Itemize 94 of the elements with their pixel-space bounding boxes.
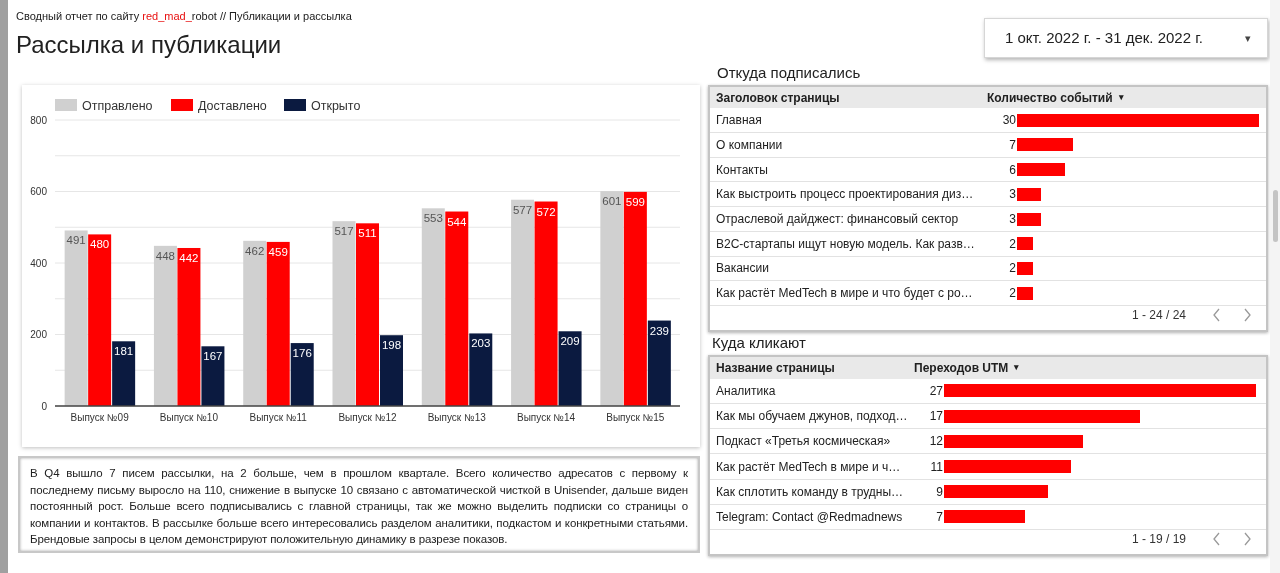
data-label: 572 — [536, 205, 556, 218]
legend-label: Открыто — [311, 99, 361, 113]
table-cell-text: 30 — [1001, 112, 1017, 130]
data-label: 459 — [268, 245, 288, 258]
value-bar — [1017, 138, 1074, 152]
data-label: 517 — [334, 225, 354, 238]
breadcrumb: Сводный отчет по сайту red_mad_robot // Публикации и рассылка — [16, 9, 352, 23]
column-header[interactable]: Переходов UTM ▾ — [914, 358, 1020, 377]
data-label: 599 — [625, 195, 645, 208]
column-header[interactable]: Заголовок страницы — [710, 88, 987, 107]
table-cell-text: Как мы обучаем джунов, подход… — [715, 408, 909, 426]
value-bar — [1017, 212, 1042, 226]
table-cell-text: 9 — [935, 483, 944, 501]
legend-item[interactable]: Открыто — [284, 99, 361, 113]
data-label: 462 — [245, 244, 265, 257]
sort-caret-icon: ▾ — [1118, 90, 1124, 105]
date-range-picker[interactable]: 1 окт. 2022 г. - 31 дек. 2022 г. ▾ — [984, 18, 1268, 58]
table-cell-text: Отраслевой дайджест: финансовый сектор — [715, 211, 960, 229]
x-axis-label: Выпуск №09 — [70, 412, 129, 423]
x-axis-label: Выпуск №14 — [517, 412, 576, 423]
data-label: 239 — [649, 324, 669, 337]
table-cell-text: 6 — [1008, 161, 1017, 179]
value-bar — [1017, 163, 1066, 177]
legend-label: Доставлено — [198, 99, 267, 113]
x-axis-label: Выпуск №13 — [427, 412, 486, 423]
data-label: 442 — [179, 252, 199, 264]
table-cell-text: 3 — [1008, 186, 1017, 204]
table-cell-text: 17 — [928, 408, 944, 426]
table-cell-text: Как выстроить процесс проектирования диз… — [715, 186, 975, 204]
scrollbar[interactable] — [1270, 0, 1280, 573]
table-title: Откуда подписались — [717, 64, 861, 81]
page-title: Рассылка и публикации — [16, 30, 283, 60]
table-cell-text: 2 — [1008, 260, 1017, 278]
data-label: 203 — [471, 337, 491, 350]
table-cell-text: Главная — [715, 112, 763, 130]
data-label: 577 — [513, 203, 533, 216]
table-cell-text: Telegram: Contact @Redmadnews — [715, 508, 904, 526]
next-page-icon[interactable] — [1243, 532, 1252, 547]
data-label: 511 — [358, 227, 377, 240]
previous-page-icon[interactable] — [1212, 532, 1221, 547]
x-axis-label: Выпуск №11 — [249, 412, 307, 423]
value-bar — [1017, 187, 1042, 201]
previous-page-icon[interactable] — [1212, 308, 1221, 322]
column-header[interactable]: Название страницы — [710, 358, 914, 377]
legend-item[interactable]: Доставлено — [171, 99, 267, 113]
table-cell-text: О компании — [715, 136, 784, 154]
data-label: 601 — [602, 195, 622, 208]
x-axis-label: Выпуск №10 — [159, 412, 218, 423]
table-cell-text: 2 — [1008, 235, 1017, 253]
value-bar — [1017, 261, 1034, 275]
y-axis-label: 0 — [41, 400, 47, 412]
table-cell-text: Как сплотить команду в трудны… — [715, 483, 905, 501]
column-header[interactable]: Количество событий ▾ — [987, 88, 1124, 107]
x-axis-label: Выпуск №15 — [606, 412, 665, 423]
table-title: Куда кликают — [712, 334, 806, 351]
data-label: 544 — [447, 215, 467, 228]
data-label: 198 — [381, 339, 402, 352]
table-cell-text: Контакты — [715, 161, 769, 179]
next-page-icon[interactable] — [1243, 308, 1252, 322]
sort-caret-icon: ▾ — [1014, 361, 1020, 375]
table-cell-text: Аналитика — [715, 382, 777, 400]
summary-paragraph: В Q4 вышло 7 писем рассылки, на 2 больше, чем в прошлом квартале. Всего количество адресатов с первому к последнему письму выросло на 110, снижение в выпуске 10 связано с автоматической чисткой в Unisender, дальше виден постоянный рост. Больше всего подписывались с главной страницы, так же можно выделить подписки со страницы о компании и контактов. В рассылке больше всего интересовались разделом аналитики, подкастом и конкретными статьями. Брендовые запросы в целом демонстрируют положительную динамику в разрезе показов. — [30, 466, 688, 548]
table-cell-text: 11 — [929, 458, 944, 476]
table-cell-text: 2 — [1008, 285, 1017, 303]
table-cell-text: 27 — [928, 382, 944, 400]
table-cell-text: 12 — [928, 433, 944, 451]
table-cell-text: Как растёт MedTech в мире и ч… — [715, 458, 902, 476]
pagination-label: 1 - 24 / 24 — [1131, 307, 1186, 324]
table-cell-text: Подкаст «Третья космическая» — [715, 433, 892, 451]
table-cell-text: 7 — [1008, 136, 1017, 154]
y-axis-label: 400 — [30, 257, 47, 269]
pagination-label: 1 - 19 / 19 — [1131, 531, 1186, 549]
table-cell-text: Как растёт MedTech в мире и что будет с ро… — [715, 285, 974, 303]
data-label: 167 — [203, 350, 223, 363]
data-label: 448 — [155, 249, 175, 262]
data-label: 176 — [292, 347, 312, 360]
y-axis-label: 600 — [30, 186, 47, 197]
legend-item[interactable]: Отправлено — [55, 99, 153, 113]
value-bar — [1017, 286, 1034, 300]
table-cell-text: B2C-стартапы ищут новую модель. Как разв… — [715, 235, 976, 253]
data-label: 181 — [114, 345, 134, 358]
data-label: 553 — [423, 212, 443, 225]
y-axis-label: 800 — [30, 114, 47, 126]
value-bar — [1017, 237, 1034, 251]
data-label: 209 — [560, 335, 580, 348]
table-cell-text: 3 — [1008, 211, 1017, 229]
data-label: 480 — [90, 238, 110, 251]
caret-icon: ▾ — [1245, 29, 1251, 47]
legend-label: Отправлено — [82, 99, 153, 113]
table-cell-text: 7 — [935, 508, 944, 526]
table-cell-text: Вакансии — [715, 260, 770, 278]
y-axis-label: 200 — [30, 329, 47, 340]
x-axis-label: Выпуск №12 — [338, 412, 397, 423]
data-label: 491 — [66, 234, 86, 247]
